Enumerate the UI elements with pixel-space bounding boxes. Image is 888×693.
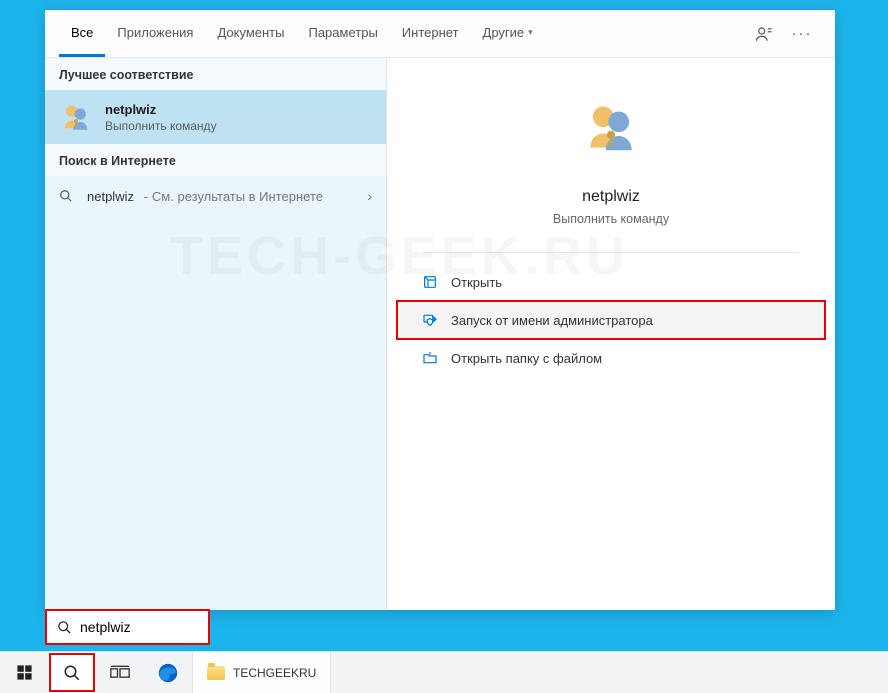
action-open[interactable]: Открыть [397, 263, 825, 301]
taskbar: TECHGEEKRU [0, 651, 888, 693]
best-match-subtitle: Выполнить команду [105, 119, 217, 133]
edge-browser-button[interactable] [144, 652, 192, 693]
users-keys-icon [59, 100, 93, 134]
divider [423, 252, 800, 253]
tab-all[interactable]: Все [59, 10, 105, 57]
action-open-label: Открыть [451, 275, 502, 290]
taskbar-search-button[interactable] [48, 652, 96, 693]
folder-location-icon [421, 349, 439, 367]
best-match-item[interactable]: netplwiz Выполнить команду [45, 90, 386, 144]
action-run-as-admin[interactable]: Запуск от имени администратора [397, 301, 825, 339]
tab-more[interactable]: Другие ▾ [471, 10, 545, 57]
search-input[interactable] [80, 619, 261, 635]
chevron-right-icon: › [367, 188, 372, 204]
best-match-header: Лучшее соответствие [45, 58, 386, 90]
search-input-box[interactable] [45, 609, 210, 645]
preview-subtitle: Выполнить команду [553, 212, 669, 226]
folder-icon [207, 666, 225, 680]
tab-more-label: Другие [483, 25, 525, 40]
chevron-down-icon: ▾ [528, 27, 533, 38]
taskbar-app-explorer[interactable]: TECHGEEKRU [192, 652, 331, 693]
preview-pane: netplwiz Выполнить команду Открыть Запус… [387, 58, 835, 610]
more-options-icon[interactable]: ··· [783, 10, 821, 57]
web-search-header: Поиск в Интернете [45, 144, 386, 176]
users-keys-icon [580, 96, 642, 158]
start-button[interactable] [0, 652, 48, 693]
search-icon [57, 620, 72, 635]
tab-apps[interactable]: Приложения [105, 10, 205, 57]
best-match-title: netplwiz [105, 102, 217, 117]
tab-docs[interactable]: Документы [205, 10, 296, 57]
task-view-button[interactable] [96, 652, 144, 693]
feedback-icon[interactable] [745, 10, 783, 57]
web-search-suffix: - См. результаты в Интернете [144, 189, 323, 204]
action-open-location-label: Открыть папку с файлом [451, 351, 602, 366]
web-search-item[interactable]: netplwiz - См. результаты в Интернете › [45, 176, 386, 216]
action-open-location[interactable]: Открыть папку с файлом [397, 339, 825, 377]
open-icon [421, 273, 439, 291]
search-panel: Все Приложения Документы Параметры Интер… [45, 10, 835, 610]
preview-actions: Открыть Запуск от имени администратора О… [397, 263, 825, 377]
web-search-term: netplwiz [87, 189, 134, 204]
results-list: Лучшее соответствие netplwiz Выполнить к… [45, 58, 387, 610]
preview-title: netplwiz [582, 188, 640, 206]
tab-internet[interactable]: Интернет [390, 10, 471, 57]
action-run-as-admin-label: Запуск от имени администратора [451, 313, 653, 328]
search-tabs: Все Приложения Документы Параметры Интер… [45, 10, 835, 58]
search-icon [59, 189, 77, 203]
shield-admin-icon [421, 311, 439, 329]
taskbar-app-label: TECHGEEKRU [233, 666, 316, 680]
tab-settings[interactable]: Параметры [296, 10, 389, 57]
